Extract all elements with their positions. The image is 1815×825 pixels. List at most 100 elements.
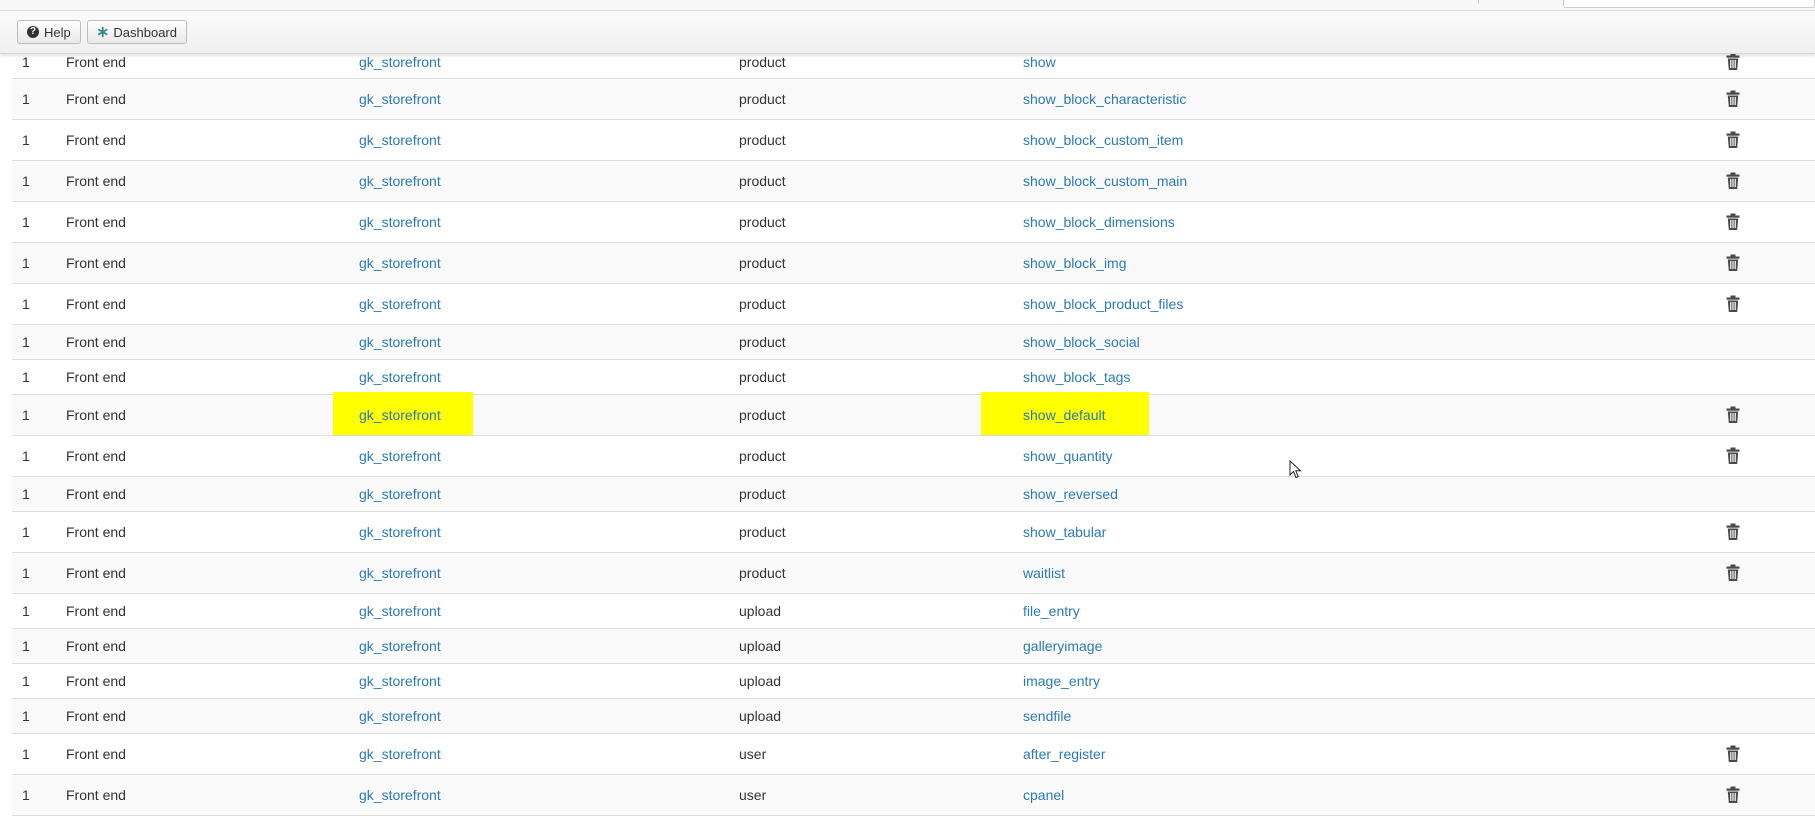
row-section: Front end	[66, 486, 126, 502]
table-row: 1 Front end gk_storefront product show_b…	[12, 79, 1815, 120]
trash-icon[interactable]	[1725, 172, 1741, 190]
row-id: 1	[22, 565, 30, 581]
row-template-link[interactable]: gk_storefront	[359, 638, 441, 654]
asterisk-icon	[97, 26, 108, 38]
row-action-link[interactable]: show_reversed	[1023, 486, 1118, 502]
row-controller: product	[739, 486, 786, 502]
row-section: Front end	[66, 296, 126, 312]
row-action-link[interactable]: show_quantity	[1023, 448, 1113, 464]
row-section: Front end	[66, 673, 126, 689]
row-controller: product	[739, 334, 786, 350]
row-action-link[interactable]: cpanel	[1023, 787, 1064, 803]
row-delete-cell	[1725, 553, 1741, 593]
row-template-link[interactable]: gk_storefront	[359, 708, 441, 724]
row-controller: upload	[739, 638, 782, 654]
row-template-link[interactable]: gk_storefront	[359, 565, 441, 581]
row-action-link[interactable]: show_block_custom_main	[1023, 173, 1187, 189]
row-controller: product	[739, 132, 786, 148]
trash-icon[interactable]	[1725, 564, 1741, 582]
row-section: Front end	[66, 603, 126, 619]
table-row: 1 Front end gk_storefront product show_d…	[12, 392, 1815, 436]
row-section: Front end	[66, 369, 126, 385]
row-action-link[interactable]: waitlist	[1023, 565, 1065, 581]
row-action-link[interactable]: show_block_social	[1023, 334, 1140, 350]
trash-icon[interactable]	[1725, 447, 1741, 465]
trash-icon[interactable]	[1725, 295, 1741, 313]
row-id: 1	[22, 407, 30, 423]
table-row: 1 Front end gk_storefront upload image_e…	[12, 664, 1815, 699]
row-action-link[interactable]: show_tabular	[1023, 524, 1106, 540]
row-template-link[interactable]: gk_storefront	[359, 255, 441, 271]
header-divider	[1478, 0, 1479, 4]
row-template-link[interactable]: gk_storefront	[359, 132, 441, 148]
header-search-input[interactable]	[1563, 0, 1815, 8]
dashboard-button[interactable]: Dashboard	[87, 20, 187, 44]
row-action-link[interactable]: show	[1023, 54, 1056, 70]
row-delete-cell	[1725, 120, 1741, 160]
row-template-link[interactable]: gk_storefront	[359, 54, 441, 70]
row-action-link[interactable]: show_block_tags	[1023, 369, 1130, 385]
row-action-link[interactable]: show_block_img	[1023, 255, 1127, 271]
row-template-link[interactable]: gk_storefront	[359, 603, 441, 619]
table-row: 1 Front end gk_storefront product show_r…	[12, 477, 1815, 512]
trash-icon[interactable]	[1725, 213, 1741, 231]
row-section: Front end	[66, 787, 126, 803]
row-controller: product	[739, 214, 786, 230]
trash-icon[interactable]	[1725, 53, 1741, 71]
row-id: 1	[22, 673, 30, 689]
row-id: 1	[22, 91, 30, 107]
row-delete-cell	[1725, 243, 1741, 283]
top-header-bar	[0, 0, 1815, 11]
row-action-link[interactable]: show_block_custom_item	[1023, 132, 1183, 148]
row-template-link[interactable]: gk_storefront	[359, 91, 441, 107]
trash-icon[interactable]	[1725, 90, 1741, 108]
row-template-link[interactable]: gk_storefront	[359, 173, 441, 189]
row-delete-cell	[1725, 284, 1741, 324]
row-delete-cell	[1725, 734, 1741, 774]
row-section: Front end	[66, 638, 126, 654]
row-template-link[interactable]: gk_storefront	[359, 334, 441, 350]
row-id: 1	[22, 486, 30, 502]
row-template-link[interactable]: gk_storefront	[359, 524, 441, 540]
row-section: Front end	[66, 255, 126, 271]
row-action-link[interactable]: show_block_product_files	[1023, 296, 1183, 312]
trash-icon[interactable]	[1725, 254, 1741, 272]
row-controller: product	[739, 565, 786, 581]
row-id: 1	[22, 787, 30, 803]
row-action-link[interactable]: show_block_dimensions	[1023, 214, 1175, 230]
row-action-link[interactable]: after_register	[1023, 746, 1105, 762]
row-controller: product	[739, 255, 786, 271]
row-template-link[interactable]: gk_storefront	[359, 787, 441, 803]
help-button[interactable]: ? Help	[17, 20, 81, 44]
row-controller: upload	[739, 673, 782, 689]
row-template-link[interactable]: gk_storefront	[359, 407, 441, 423]
row-action-link[interactable]: image_entry	[1023, 673, 1100, 689]
trash-icon[interactable]	[1725, 745, 1741, 763]
row-template-link[interactable]: gk_storefront	[359, 448, 441, 464]
row-id: 1	[22, 448, 30, 464]
row-action-link[interactable]: file_entry	[1023, 603, 1080, 619]
trash-icon[interactable]	[1725, 523, 1741, 541]
row-delete-cell	[1725, 395, 1741, 435]
row-controller: upload	[739, 603, 782, 619]
row-template-link[interactable]: gk_storefront	[359, 673, 441, 689]
layouts-table: 1 Front end gk_storefront product show 1…	[12, 45, 1815, 816]
table-row: 1 Front end gk_storefront product waitli…	[12, 553, 1815, 594]
trash-icon[interactable]	[1725, 786, 1741, 804]
row-action-link[interactable]: show_default	[1023, 407, 1106, 423]
row-action-link[interactable]: galleryimage	[1023, 638, 1102, 654]
row-action-link[interactable]: sendfile	[1023, 708, 1071, 724]
mouse-cursor-icon	[1289, 460, 1302, 479]
trash-icon[interactable]	[1725, 406, 1741, 424]
row-id: 1	[22, 369, 30, 385]
trash-icon[interactable]	[1725, 131, 1741, 149]
row-controller: product	[739, 407, 786, 423]
row-template-link[interactable]: gk_storefront	[359, 369, 441, 385]
row-template-link[interactable]: gk_storefront	[359, 486, 441, 502]
row-id: 1	[22, 173, 30, 189]
row-template-link[interactable]: gk_storefront	[359, 296, 441, 312]
row-template-link[interactable]: gk_storefront	[359, 746, 441, 762]
row-template-link[interactable]: gk_storefront	[359, 214, 441, 230]
row-action-link[interactable]: show_block_characteristic	[1023, 91, 1186, 107]
table-row: 1 Front end gk_storefront product show_b…	[12, 243, 1815, 284]
